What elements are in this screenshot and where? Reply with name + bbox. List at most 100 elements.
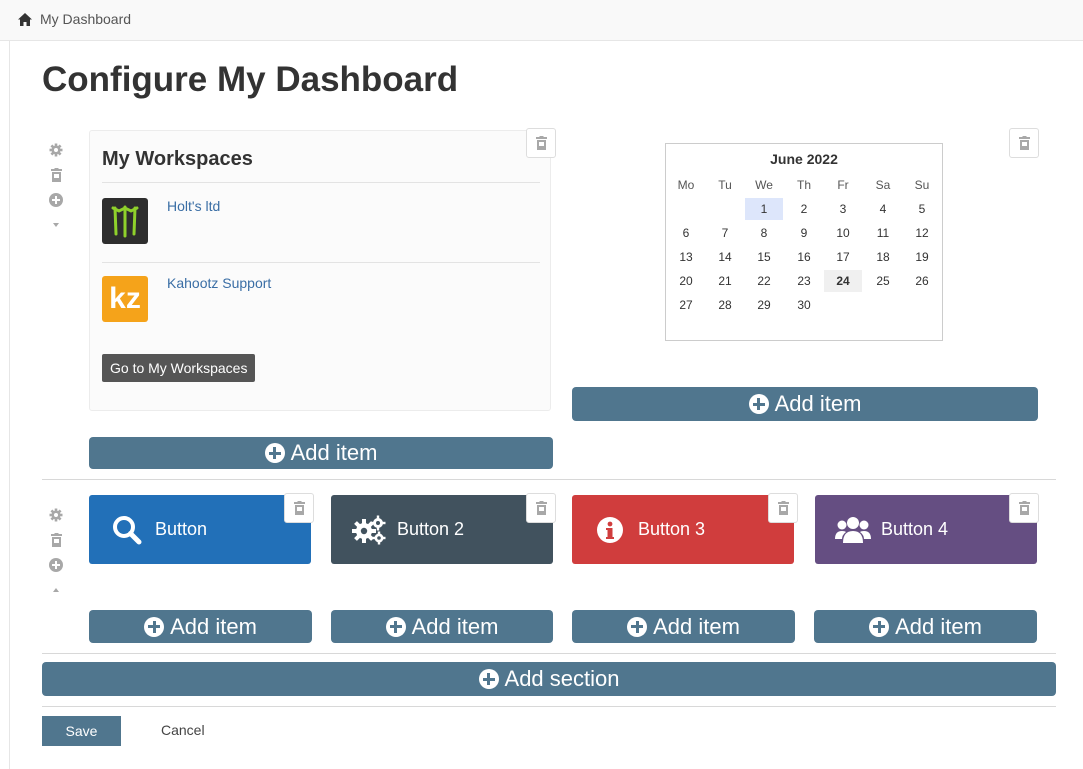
calendar-day[interactable]: 30 xyxy=(785,294,823,316)
top-bar xyxy=(0,0,1083,41)
calendar-widget: June 2022 Mo Tu We Th Fr Sa Su 1 2 3 4 5 6 7 8 9 10 11 12 1… xyxy=(665,143,943,341)
calendar-day[interactable]: 14 xyxy=(706,246,744,268)
calendar-day[interactable]: 1 xyxy=(745,198,783,220)
add-item-button[interactable]: Add item xyxy=(814,610,1037,643)
calendar-day-header: Sa xyxy=(875,178,891,192)
workspace-logo-monster[interactable] xyxy=(102,198,148,244)
add-item-label: Add item xyxy=(774,391,862,416)
calendar-day[interactable]: 10 xyxy=(824,222,862,244)
calendar-day[interactable]: 2 xyxy=(785,198,823,220)
calendar-day[interactable]: 26 xyxy=(903,270,941,292)
calendar-day[interactable]: 22 xyxy=(745,270,783,292)
delete-widget-button[interactable] xyxy=(1009,128,1039,158)
tile-button-4[interactable]: Button 4 xyxy=(815,495,1037,564)
calendar-day[interactable]: 4 xyxy=(864,198,902,220)
gear-icon[interactable] xyxy=(49,505,63,525)
chevron-up-icon[interactable] xyxy=(52,580,60,600)
page-title: Configure My Dashboard xyxy=(42,60,459,99)
section-divider xyxy=(42,653,1056,654)
calendar-day[interactable]: 13 xyxy=(667,246,705,268)
calendar-day[interactable]: 9 xyxy=(785,222,823,244)
gear-icon[interactable] xyxy=(49,140,63,160)
tile-button-3[interactable]: Button 3 xyxy=(572,495,794,564)
breadcrumb: My Dashboard xyxy=(18,11,131,27)
add-item-button[interactable]: Add item xyxy=(89,437,553,469)
calendar-day[interactable]: 29 xyxy=(745,294,783,316)
plus-circle-icon xyxy=(264,443,285,463)
calendar-day[interactable]: 20 xyxy=(667,270,705,292)
trash-icon[interactable] xyxy=(50,530,62,550)
add-item-button[interactable]: Add item xyxy=(89,610,312,643)
breadcrumb-label[interactable]: My Dashboard xyxy=(40,11,131,27)
workspaces-widget: My Workspaces Holt's ltd kz Kahootz Supp… xyxy=(89,130,551,411)
tile-button-1[interactable]: Button xyxy=(89,495,311,564)
calendar-day[interactable]: 8 xyxy=(745,222,783,244)
calendar-day[interactable]: 28 xyxy=(706,294,744,316)
divider xyxy=(102,182,540,183)
tile-label: Button 3 xyxy=(638,519,706,539)
search-icon xyxy=(107,510,147,550)
calendar-day-header: We xyxy=(755,178,773,192)
calendar-day-header: Mo xyxy=(677,178,695,192)
calendar-day[interactable]: 27 xyxy=(667,294,705,316)
go-to-workspaces-button[interactable]: Go to My Workspaces xyxy=(102,354,256,382)
calendar-day[interactable]: 3 xyxy=(824,198,862,220)
section-divider xyxy=(42,479,1056,480)
section-1-controls xyxy=(46,140,66,240)
widget-title: My Workspaces xyxy=(102,148,253,170)
plus-circle-icon xyxy=(385,616,406,637)
info-icon xyxy=(590,510,630,550)
calendar-day[interactable]: 17 xyxy=(824,246,862,268)
workspace-link[interactable]: Kahootz Support xyxy=(167,275,271,291)
workspace-logo-kz[interactable]: kz xyxy=(102,276,148,322)
calendar-day[interactable]: 12 xyxy=(903,222,941,244)
calendar-day[interactable]: 6 xyxy=(667,222,705,244)
tile-button-2[interactable]: Button 2 xyxy=(331,495,553,564)
add-item-label: Add item xyxy=(895,613,982,639)
delete-tile-button[interactable] xyxy=(768,493,798,523)
trash-icon[interactable] xyxy=(50,165,62,185)
tile-label: Button 4 xyxy=(881,519,949,539)
calendar-day[interactable]: 18 xyxy=(864,246,902,268)
calendar-day[interactable]: 16 xyxy=(785,246,823,268)
calendar-day[interactable]: 19 xyxy=(903,246,941,268)
divider xyxy=(102,262,540,263)
tile-label: Button xyxy=(155,519,208,539)
plus-circle-icon xyxy=(627,616,648,637)
calendar-day[interactable]: 23 xyxy=(785,270,823,292)
calendar-month-title: June 2022 xyxy=(770,151,838,167)
add-item-button[interactable]: Add item xyxy=(331,610,553,643)
add-item-button[interactable]: Add item xyxy=(572,610,795,643)
calendar-day[interactable]: 5 xyxy=(903,198,941,220)
calendar-day[interactable]: 15 xyxy=(745,246,783,268)
calendar-day[interactable]: 25 xyxy=(864,270,902,292)
delete-tile-button[interactable] xyxy=(284,493,314,523)
calendar-day[interactable]: 7 xyxy=(706,222,744,244)
cancel-button[interactable]: Cancel xyxy=(161,722,205,738)
delete-tile-button[interactable] xyxy=(526,493,556,523)
delete-tile-button[interactable] xyxy=(1009,493,1039,523)
add-section-button[interactable]: Add section xyxy=(42,662,1056,696)
section-2-controls xyxy=(46,505,66,605)
add-item-label: Add item xyxy=(290,440,378,465)
home-icon[interactable] xyxy=(18,12,32,26)
add-item-label: Add item xyxy=(653,613,740,639)
plus-circle-icon xyxy=(478,669,499,689)
add-circle-icon[interactable] xyxy=(49,555,63,575)
tile-label: Button 2 xyxy=(397,519,465,539)
workspace-link[interactable]: Holt's ltd xyxy=(167,198,220,214)
add-item-button[interactable]: Add item xyxy=(572,387,1038,421)
add-item-label: Add item xyxy=(411,613,499,639)
delete-widget-button[interactable] xyxy=(526,128,556,158)
footer-divider xyxy=(42,706,1056,707)
calendar-day[interactable]: 11 xyxy=(864,222,902,244)
plus-circle-icon xyxy=(869,616,890,637)
calendar-day[interactable]: 24 xyxy=(824,270,862,292)
calendar-day-header: Fr xyxy=(837,178,849,192)
left-border xyxy=(9,40,10,769)
add-circle-icon[interactable] xyxy=(49,190,63,210)
save-button[interactable]: Save xyxy=(42,716,121,746)
calendar-day[interactable]: 21 xyxy=(706,270,744,292)
chevron-down-icon[interactable] xyxy=(52,215,60,235)
plus-circle-icon xyxy=(748,394,769,414)
